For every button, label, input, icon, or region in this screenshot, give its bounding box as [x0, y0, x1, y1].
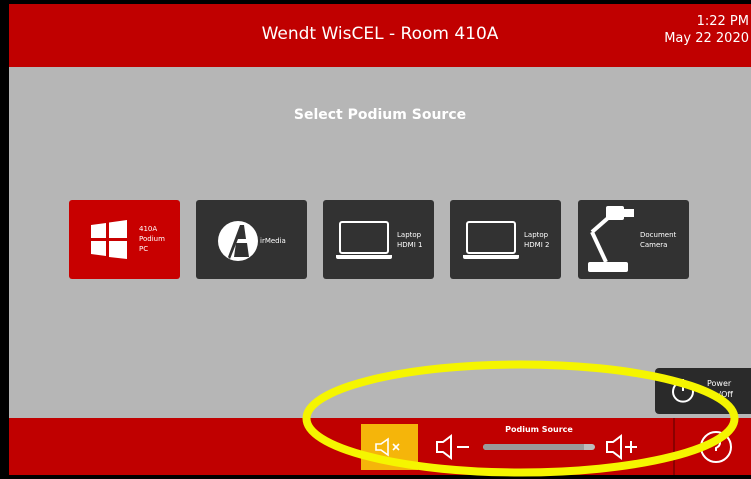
speaker-mute-icon — [375, 437, 400, 457]
source-button-document-camera[interactable]: Document Camera — [578, 200, 689, 279]
source-button-podium-pc[interactable]: 410A Podium PC — [69, 200, 180, 279]
volume-label: Podium Source — [505, 425, 573, 434]
source-prompt: Select Podium Source — [293, 107, 467, 123]
source-label: 410A Podium PC — [139, 225, 165, 253]
mute-button[interactable] — [361, 424, 418, 470]
volume-up-icon — [606, 434, 637, 460]
footer-divider — [673, 418, 675, 475]
source-label: irMedia — [260, 237, 286, 245]
laptop-icon — [463, 221, 519, 259]
power-icon — [672, 379, 694, 403]
volume-up-button[interactable] — [603, 432, 643, 462]
volume-level-fill — [483, 444, 584, 450]
display-frame: Wendt WisCEL - Room 410A 1:22 PM May 22 … — [0, 0, 751, 479]
laptop-icon — [336, 221, 392, 259]
source-label: Laptop HDMI 2 — [524, 231, 550, 249]
source-button-laptop-hdmi-2[interactable]: Laptop HDMI 2 — [450, 200, 561, 279]
volume-down-icon — [436, 434, 469, 460]
clock-time: 1:22 PM — [696, 14, 749, 29]
clock-date: May 22 2020 — [664, 31, 749, 46]
footer-bar: Podium Source — [9, 418, 751, 475]
help-button[interactable] — [699, 430, 733, 464]
document-camera-icon — [588, 206, 634, 272]
clock: 1:22 PM May 22 2020 — [664, 13, 749, 47]
touch-panel-screen: Wendt WisCEL - Room 410A 1:22 PM May 22 … — [9, 4, 751, 475]
volume-slider[interactable] — [483, 444, 595, 450]
windows-icon — [91, 220, 127, 259]
source-button-laptop-hdmi-1[interactable]: Laptop HDMI 1 — [323, 200, 434, 279]
volume-down-button[interactable] — [433, 432, 473, 462]
header-bar: Wendt WisCEL - Room 410A 1:22 PM May 22 … — [9, 4, 751, 67]
source-label: Document Camera — [640, 231, 677, 249]
airmedia-icon — [218, 221, 258, 261]
room-title: Wendt WisCEL - Room 410A — [261, 24, 499, 44]
source-button-airmedia[interactable]: irMedia — [196, 200, 307, 279]
power-label: Power On/Off — [707, 379, 733, 399]
power-button[interactable]: Power On/Off — [655, 368, 751, 414]
source-label: Laptop HDMI 1 — [397, 231, 423, 249]
help-icon — [700, 431, 732, 463]
